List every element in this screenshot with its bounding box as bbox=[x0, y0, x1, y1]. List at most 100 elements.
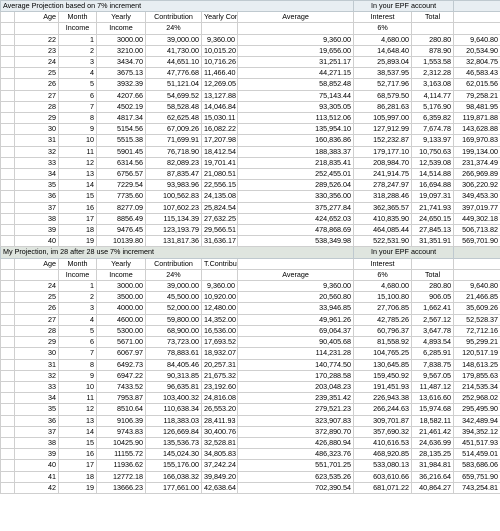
sheet-cell[interactable] bbox=[0, 89, 15, 102]
data-cell[interactable]: 9476.45 bbox=[96, 224, 146, 237]
column-header[interactable]: Interest bbox=[353, 257, 413, 270]
column-header[interactable]: 6% bbox=[353, 22, 413, 35]
column-header[interactable]: Income bbox=[58, 268, 97, 282]
data-cell[interactable]: 19 bbox=[58, 481, 97, 494]
data-cell[interactable]: 155,176.00 bbox=[145, 459, 202, 472]
data-cell[interactable]: 26 bbox=[14, 78, 59, 91]
data-cell[interactable]: 31,351.91 bbox=[411, 235, 455, 248]
data-cell[interactable]: 31,251.17 bbox=[236, 56, 355, 69]
sheet-cell[interactable] bbox=[0, 224, 15, 237]
data-cell[interactable]: 295,495.90 bbox=[453, 403, 500, 416]
data-cell[interactable]: 90,405.68 bbox=[236, 336, 355, 349]
data-cell[interactable]: 47,776.68 bbox=[145, 67, 202, 80]
data-cell[interactable]: 62,015.56 bbox=[453, 78, 500, 91]
data-cell[interactable]: 1 bbox=[58, 280, 97, 293]
sheet-cell[interactable] bbox=[0, 190, 15, 203]
column-header[interactable]: Interest bbox=[353, 11, 413, 24]
data-cell[interactable]: 13 bbox=[58, 168, 97, 181]
data-cell[interactable]: 15,100.80 bbox=[353, 291, 413, 304]
sheet-cell[interactable] bbox=[0, 156, 15, 170]
section-title[interactable]: Average Projection based on 7% increment bbox=[0, 0, 355, 13]
data-cell[interactable]: 30,400.76 bbox=[201, 425, 238, 438]
data-cell[interactable]: 603,610.66 bbox=[353, 470, 413, 483]
spreadsheet-grid[interactable]: Average Projection based on 7% increment… bbox=[0, 0, 500, 494]
column-header[interactable]: Month bbox=[58, 11, 97, 24]
column-header[interactable]: Contribution bbox=[145, 11, 202, 24]
data-cell[interactable]: 39,000.00 bbox=[145, 280, 202, 293]
data-cell[interactable]: 5154.56 bbox=[96, 123, 146, 136]
data-cell[interactable]: 323,907.83 bbox=[236, 414, 355, 427]
sheet-cell[interactable] bbox=[0, 11, 15, 24]
data-cell[interactable]: 4000.00 bbox=[96, 302, 146, 315]
data-cell[interactable]: 115,134.39 bbox=[145, 212, 202, 226]
data-cell[interactable]: 5 bbox=[58, 78, 97, 91]
data-cell[interactable]: 23,192.60 bbox=[201, 380, 238, 394]
data-cell[interactable]: 45,500.00 bbox=[145, 291, 202, 304]
sheet-cell[interactable] bbox=[0, 324, 15, 338]
data-cell[interactable]: 522,531.90 bbox=[353, 235, 413, 248]
data-cell[interactable]: 4,114.77 bbox=[411, 89, 455, 102]
data-cell[interactable]: 37 bbox=[14, 425, 59, 438]
data-cell[interactable]: 18,582.11 bbox=[411, 414, 455, 427]
data-cell[interactable]: 49,961.26 bbox=[236, 313, 355, 326]
data-cell[interactable]: 362,365.57 bbox=[353, 201, 413, 214]
data-cell[interactable]: 15,974.68 bbox=[411, 403, 455, 416]
data-cell[interactable]: 15 bbox=[58, 436, 97, 450]
data-cell[interactable]: 9,360.00 bbox=[236, 33, 355, 46]
data-cell[interactable]: 21,466.85 bbox=[453, 291, 500, 304]
data-cell[interactable]: 69,064.37 bbox=[236, 324, 355, 338]
data-cell[interactable]: 9,567.05 bbox=[411, 369, 455, 382]
data-cell[interactable]: 10,015.20 bbox=[201, 44, 238, 58]
column-header[interactable]: Yearly bbox=[96, 257, 146, 270]
data-cell[interactable]: 199,134.00 bbox=[453, 145, 500, 158]
data-cell[interactable]: 39 bbox=[14, 448, 59, 461]
data-cell[interactable]: 226,943.38 bbox=[353, 392, 413, 405]
column-header[interactable]: Contribution bbox=[145, 257, 202, 270]
data-cell[interactable]: 6,359.82 bbox=[411, 112, 455, 125]
data-cell[interactable]: 52,000.00 bbox=[145, 302, 202, 315]
column-header[interactable]: Yearly Contribution + Last year EPF bbox=[201, 11, 238, 24]
data-cell[interactable]: 21,675.32 bbox=[201, 369, 238, 382]
data-cell[interactable]: 29,566.51 bbox=[201, 224, 238, 237]
data-cell[interactable]: 486,323.76 bbox=[236, 448, 355, 461]
data-cell[interactable]: 214,535.34 bbox=[453, 380, 500, 394]
data-cell[interactable]: 120,517.19 bbox=[453, 347, 500, 360]
data-cell[interactable]: 2 bbox=[58, 291, 97, 304]
data-cell[interactable]: 6067.97 bbox=[96, 347, 146, 360]
sheet-cell[interactable] bbox=[0, 78, 15, 91]
data-cell[interactable]: 266,244.63 bbox=[353, 403, 413, 416]
data-cell[interactable]: 20,257.31 bbox=[201, 358, 238, 371]
data-cell[interactable]: 159,450.92 bbox=[353, 369, 413, 382]
data-cell[interactable]: 21,741.93 bbox=[411, 201, 455, 214]
sheet-cell[interactable] bbox=[0, 470, 15, 483]
data-cell[interactable]: 27,706.85 bbox=[353, 302, 413, 315]
data-cell[interactable]: 13,616.60 bbox=[411, 392, 455, 405]
data-cell[interactable]: 143,628.88 bbox=[453, 123, 500, 136]
data-cell[interactable]: 410,616.53 bbox=[353, 436, 413, 450]
data-cell[interactable]: 179,855.63 bbox=[453, 369, 500, 382]
sheet-cell[interactable] bbox=[0, 33, 15, 46]
data-cell[interactable]: 32,804.75 bbox=[453, 56, 500, 69]
data-cell[interactable]: 123,193.79 bbox=[145, 224, 202, 237]
data-cell[interactable]: 46,583.43 bbox=[453, 67, 500, 80]
column-header[interactable] bbox=[14, 22, 59, 35]
data-cell[interactable]: 10 bbox=[58, 134, 97, 147]
column-header[interactable]: Average bbox=[236, 268, 355, 282]
data-cell[interactable]: 623,535.26 bbox=[236, 470, 355, 483]
sheet-cell[interactable] bbox=[0, 369, 15, 382]
data-cell[interactable]: 3500.00 bbox=[96, 291, 146, 304]
data-cell[interactable]: 29 bbox=[14, 336, 59, 349]
data-cell[interactable]: 659,751.90 bbox=[453, 470, 500, 483]
data-cell[interactable]: 36,216.64 bbox=[411, 470, 455, 483]
sheet-cell[interactable] bbox=[0, 134, 15, 147]
data-cell[interactable]: 13 bbox=[58, 414, 97, 427]
section-title[interactable]: My Projection, im 28 after 28 use 7% inc… bbox=[0, 246, 355, 259]
data-cell[interactable]: 131,817.36 bbox=[145, 235, 202, 248]
sheet-cell[interactable] bbox=[0, 212, 15, 226]
data-cell[interactable]: 169,970.83 bbox=[453, 134, 500, 147]
data-cell[interactable]: 166,038.32 bbox=[145, 470, 202, 483]
data-cell[interactable]: 73,723.00 bbox=[145, 336, 202, 349]
data-cell[interactable]: 58,852.48 bbox=[236, 78, 355, 91]
data-cell[interactable]: 14,514.88 bbox=[411, 168, 455, 181]
data-cell[interactable]: 93,983.96 bbox=[145, 179, 202, 192]
